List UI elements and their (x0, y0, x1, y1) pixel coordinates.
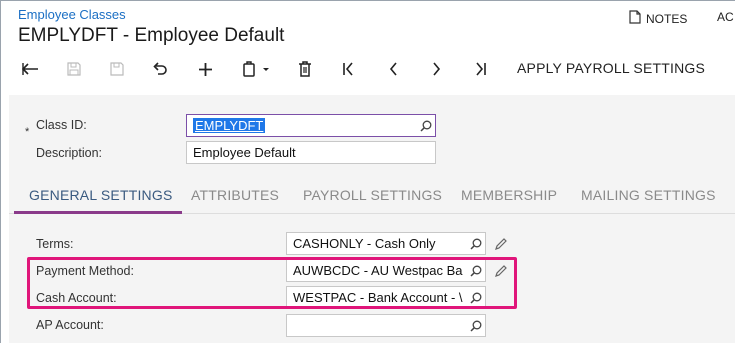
terms-value: CASHONLY - Cash Only (293, 236, 436, 251)
next-icon[interactable] (426, 56, 448, 82)
tab-general-settings[interactable]: GENERAL SETTINGS (29, 187, 173, 203)
ap-account-field[interactable] (286, 314, 486, 337)
back-icon[interactable] (19, 56, 41, 82)
class-id-value: EMPLYDFT (193, 118, 266, 133)
page-title: EMPLYDFT - Employee Default (18, 25, 285, 46)
tab-bar: GENERAL SETTINGS ATTRIBUTES PAYROLL SETT… (9, 181, 735, 214)
tab-payroll-settings[interactable]: PAYROLL SETTINGS (303, 187, 442, 203)
class-id-label: Class ID: (36, 118, 87, 132)
class-id-field[interactable]: EMPLYDFT (186, 114, 436, 137)
cash-account-field[interactable]: WESTPAC - Bank Account - \ (286, 286, 486, 309)
search-icon[interactable] (467, 287, 485, 308)
search-icon[interactable] (467, 260, 485, 281)
terms-label: Terms: (36, 237, 74, 251)
required-mark: * (25, 126, 30, 138)
undo-icon[interactable] (149, 56, 171, 82)
active-tab-indicator (14, 211, 182, 214)
search-icon[interactable] (467, 315, 485, 336)
first-icon[interactable] (338, 56, 360, 82)
notes-icon (629, 10, 641, 27)
tab-attributes[interactable]: ATTRIBUTES (191, 187, 279, 203)
add-icon[interactable] (194, 56, 216, 82)
last-icon[interactable] (469, 56, 491, 82)
delete-icon[interactable] (294, 56, 316, 82)
ap-account-label: AP Account: (36, 318, 104, 332)
payment-method-label: Payment Method: (36, 264, 134, 278)
activities-button[interactable]: AC (717, 10, 734, 24)
description-field[interactable]: Employee Default (186, 141, 436, 164)
notes-label: NOTES (646, 11, 688, 26)
terms-field[interactable]: CASHONLY - Cash Only (286, 232, 486, 255)
description-value: Employee Default (193, 145, 296, 160)
apply-payroll-settings-button[interactable]: APPLY PAYROLL SETTINGS (517, 60, 705, 76)
cash-account-label: Cash Account: (36, 291, 117, 305)
tab-membership[interactable]: MEMBERSHIP (461, 187, 557, 203)
search-icon[interactable] (467, 233, 485, 254)
tab-mailing-settings[interactable]: MAILING SETTINGS (581, 187, 716, 203)
search-icon[interactable] (417, 115, 435, 136)
edit-pencil-icon[interactable] (493, 236, 509, 252)
description-label: Description: (36, 146, 102, 160)
breadcrumb[interactable]: Employee Classes (18, 7, 126, 22)
copy-paste-icon[interactable] (237, 56, 277, 82)
save-close-icon[interactable] (106, 56, 128, 82)
notes-button[interactable]: NOTES (629, 10, 687, 27)
toolbar: APPLY PAYROLL SETTINGS (1, 56, 735, 82)
previous-icon[interactable] (382, 56, 404, 82)
payment-method-field[interactable]: AUWBCDC - AU Westpac Ba (286, 259, 486, 282)
payment-method-value: AUWBCDC - AU Westpac Ba (293, 263, 463, 278)
edit-pencil-icon[interactable] (493, 263, 509, 279)
cash-account-value: WESTPAC - Bank Account - \ (293, 290, 463, 305)
save-icon[interactable] (63, 56, 85, 82)
